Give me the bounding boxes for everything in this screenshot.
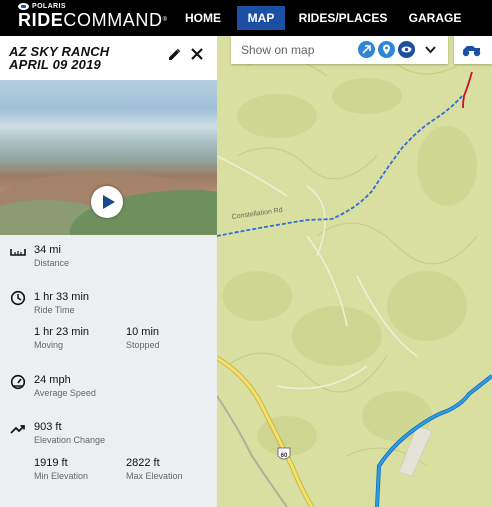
svg-text:60: 60 [281, 453, 288, 459]
avg-speed-label: Average Speed [34, 388, 96, 398]
stopped-label: Stopped [126, 340, 160, 350]
brand-company: POLARIS [32, 3, 66, 10]
map-canvas[interactable]: 60 Constellation Rd [217, 36, 492, 507]
distance-value: 34 mi [34, 244, 61, 256]
top-navigation-bar: POLARIS RIDECOMMAND® HOME MAP RIDES/PLAC… [0, 0, 492, 36]
elevation-change-label: Elevation Change [34, 435, 106, 445]
nav-home[interactable]: HOME [182, 6, 224, 30]
eye-icon[interactable] [398, 41, 415, 58]
trending-up-icon [10, 421, 26, 437]
map-search-bar[interactable]: Show on map [231, 36, 448, 64]
min-elevation-value: 1919 ft [34, 457, 68, 469]
brand-name-light: COMMAND [63, 10, 163, 30]
stopped-value: 10 min [126, 326, 160, 338]
navigate-icon[interactable] [358, 41, 375, 58]
ruler-icon [10, 243, 26, 259]
pin-icon[interactable] [378, 41, 395, 58]
avg-speed-value: 24 mph [34, 374, 71, 386]
ride-video-thumbnail[interactable] [0, 80, 217, 235]
close-icon[interactable] [188, 45, 206, 63]
ride-details-panel: AZ SKY RANCH APRIL 09 2019 34 mi Distanc… [0, 36, 217, 507]
vehicle-select-button[interactable] [454, 36, 492, 64]
edit-pencil-icon[interactable] [166, 47, 182, 63]
moving-value: 1 hr 23 min [34, 326, 90, 338]
brand-name-bold: RIDE [18, 10, 64, 30]
registered-mark: ® [162, 17, 168, 23]
moving-label: Moving [34, 340, 64, 350]
speedometer-icon [10, 374, 26, 390]
ride-header: AZ SKY RANCH APRIL 09 2019 [0, 36, 217, 80]
ride-time-label: Ride Time [34, 305, 75, 315]
max-elevation-label: Max Elevation [126, 471, 183, 481]
nav-garage[interactable]: GARAGE [405, 6, 465, 30]
nav-map[interactable]: MAP [237, 6, 285, 30]
chevron-down-icon[interactable] [424, 43, 437, 56]
brand-logo[interactable]: POLARIS RIDECOMMAND® [18, 3, 168, 30]
nav-rides-places[interactable]: RIDES/PLACES [297, 6, 389, 30]
max-elevation-value: 2822 ft [126, 457, 160, 469]
ride-time-value: 1 hr 33 min [34, 291, 90, 303]
atv-icon [462, 46, 481, 57]
map-search-input[interactable]: Show on map [241, 43, 314, 57]
elevation-change-value: 903 ft [34, 421, 62, 433]
distance-label: Distance [34, 258, 70, 268]
polaris-logo-icon [18, 3, 29, 10]
play-icon[interactable] [91, 186, 123, 218]
highway-shield: 60 [277, 447, 291, 460]
ride-date: APRIL 09 2019 [9, 57, 101, 72]
clock-icon [10, 290, 26, 306]
min-elevation-label: Min Elevation [34, 471, 89, 481]
